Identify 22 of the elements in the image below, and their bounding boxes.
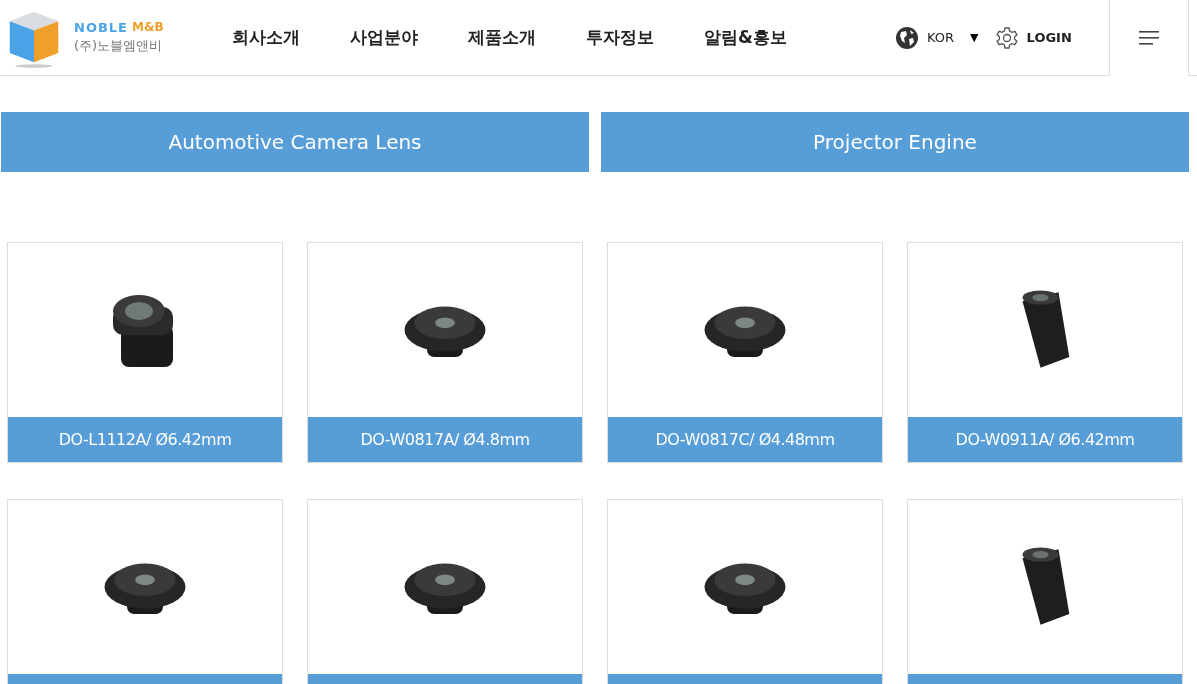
nav-link[interactable]: 알림&홍보 <box>704 26 787 49</box>
product-card[interactable] <box>907 499 1183 684</box>
menu-icon <box>1139 29 1159 46</box>
nav-link[interactable]: 회사소개 <box>232 26 300 49</box>
product-label: DO-W0817C/ Ø4.48mm <box>608 417 882 462</box>
product-card[interactable] <box>607 499 883 684</box>
nav-link[interactable]: 제품소개 <box>468 26 536 49</box>
nav-link[interactable]: 사업분야 <box>350 26 418 49</box>
globe-icon[interactable] <box>895 25 919 50</box>
product-card[interactable] <box>307 499 583 684</box>
product-label: DO-W0817A/ Ø4.8mm <box>308 417 582 462</box>
brand-korean-name: (주)노블엠앤비 <box>74 37 164 55</box>
product-label: DO-W0911A/ Ø6.42mm <box>908 417 1182 462</box>
product-label: DO-L1112A/ Ø6.42mm <box>8 417 282 462</box>
product-card[interactable] <box>7 499 283 684</box>
brand-suffix: M&B <box>132 20 164 35</box>
brand-name: NOBLE <box>74 20 128 35</box>
language-label[interactable]: KOR <box>927 30 955 45</box>
login-link[interactable]: LOGIN <box>1026 30 1072 45</box>
caret-icon[interactable]: ▼ <box>970 31 979 44</box>
nav-link[interactable]: 투자정보 <box>586 26 654 49</box>
settings-icon[interactable] <box>994 25 1019 50</box>
